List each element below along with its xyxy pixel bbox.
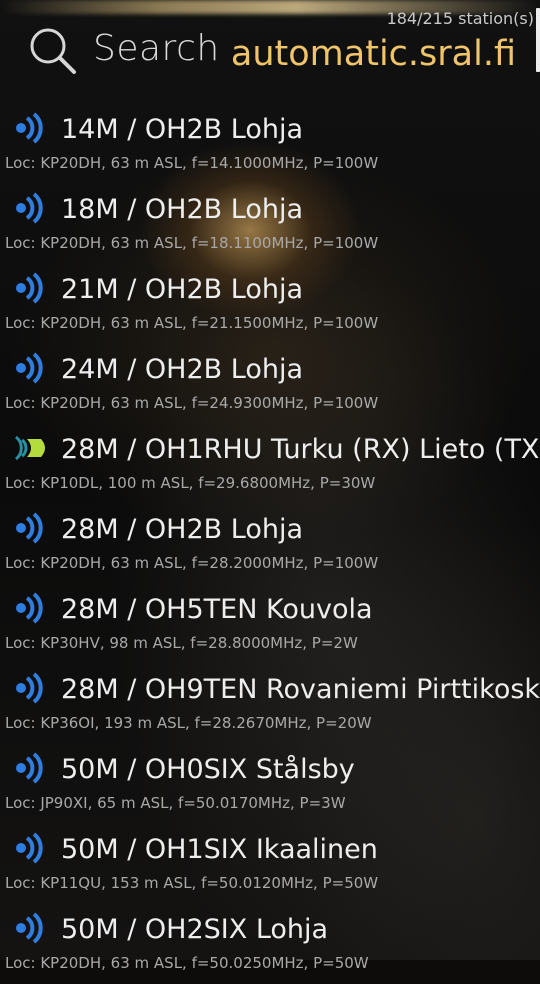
station-row[interactable]: 50M / OH1SIX Ikaalinen Loc: KP11QU, 153 … <box>0 824 540 904</box>
station-row[interactable]: 28M / OH2B Lohja Loc: KP20DH, 63 m ASL, … <box>0 504 540 584</box>
station-title: 24M / OH2B Lohja <box>61 354 303 385</box>
site-title: automatic.sral.fi <box>230 34 516 74</box>
station-details: Loc: KP20DH, 63 m ASL, f=50.0250MHz, P=5… <box>5 954 369 972</box>
receiver-icon <box>13 432 49 464</box>
beacon-icon <box>13 272 49 304</box>
station-title: 18M / OH2B Lohja <box>61 194 303 225</box>
header: Search 184/215 station(s) automatic.sral… <box>0 0 540 92</box>
beacon-icon <box>13 192 49 224</box>
station-row[interactable]: 18M / OH2B Lohja Loc: KP20DH, 63 m ASL, … <box>0 184 540 264</box>
station-row[interactable]: 14M / OH2B Lohja Loc: KP20DH, 63 m ASL, … <box>0 104 540 184</box>
station-row[interactable]: 28M / OH9TEN Rovaniemi Pirttikoski Loc: … <box>0 664 540 744</box>
beacon-icon <box>13 912 49 944</box>
station-title: 50M / OH2SIX Lohja <box>61 914 329 945</box>
station-title: 21M / OH2B Lohja <box>61 274 303 305</box>
beacon-icon <box>13 512 49 544</box>
station-details: Loc: KP20DH, 63 m ASL, f=14.1000MHz, P=1… <box>5 154 379 172</box>
station-row[interactable]: 28M / OH1RHU Turku (RX) Lieto (TX) Loc: … <box>0 424 540 504</box>
station-title: 28M / OH1RHU Turku (RX) Lieto (TX) <box>61 434 540 465</box>
scrollbar[interactable] <box>536 8 540 72</box>
station-details: Loc: KP36OI, 193 m ASL, f=28.2670MHz, P=… <box>5 714 372 732</box>
station-list: 14M / OH2B Lohja Loc: KP20DH, 63 m ASL, … <box>0 104 540 984</box>
station-row[interactable]: 28M / OH5TEN Kouvola Loc: KP30HV, 98 m A… <box>0 584 540 664</box>
beacon-icon <box>13 352 49 384</box>
station-title: 50M / OH1SIX Ikaalinen <box>61 834 378 865</box>
station-row[interactable]: 21M / OH2B Lohja Loc: KP20DH, 63 m ASL, … <box>0 264 540 344</box>
beacon-icon <box>13 112 49 144</box>
station-title: 28M / OH9TEN Rovaniemi Pirttikoski <box>61 674 540 705</box>
station-title: 50M / OH0SIX Stålsby <box>61 754 355 785</box>
search-icon[interactable] <box>28 26 78 76</box>
station-details: Loc: JP90XI, 65 m ASL, f=50.0170MHz, P=3… <box>5 794 346 812</box>
station-details: Loc: KP20DH, 63 m ASL, f=28.2000MHz, P=1… <box>5 554 379 572</box>
beacon-icon <box>13 752 49 784</box>
beacon-icon <box>13 672 49 704</box>
station-row[interactable]: 50M / OH2SIX Lohja Loc: KP20DH, 63 m ASL… <box>0 904 540 984</box>
station-title: 28M / OH5TEN Kouvola <box>61 594 373 625</box>
station-title: 28M / OH2B Lohja <box>61 514 303 545</box>
station-row[interactable]: 24M / OH2B Lohja Loc: KP20DH, 63 m ASL, … <box>0 344 540 424</box>
station-details: Loc: KP20DH, 63 m ASL, f=18.1100MHz, P=1… <box>5 234 379 252</box>
station-title: 14M / OH2B Lohja <box>61 114 303 145</box>
station-details: Loc: KP10DL, 100 m ASL, f=29.6800MHz, P=… <box>5 474 376 492</box>
station-details: Loc: KP20DH, 63 m ASL, f=24.9300MHz, P=1… <box>5 394 379 412</box>
station-details: Loc: KP30HV, 98 m ASL, f=28.8000MHz, P=2… <box>5 634 358 652</box>
station-details: Loc: KP20DH, 63 m ASL, f=21.1500MHz, P=1… <box>5 314 379 332</box>
station-count: 184/215 station(s) <box>386 9 534 28</box>
beacon-icon <box>13 832 49 864</box>
station-details: Loc: KP11QU, 153 m ASL, f=50.0120MHz, P=… <box>5 874 379 892</box>
station-row[interactable]: 50M / OH0SIX Stålsby Loc: JP90XI, 65 m A… <box>0 744 540 824</box>
beacon-icon <box>13 592 49 624</box>
search-field[interactable]: Search <box>93 28 220 69</box>
